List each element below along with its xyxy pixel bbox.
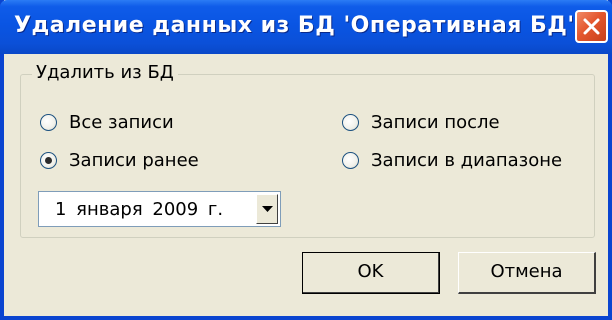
close-button[interactable]	[575, 10, 608, 43]
radio-label: Записи ранее	[69, 150, 199, 171]
group-label: Удалить из БД	[32, 62, 178, 83]
radio-all-records[interactable]: Все записи	[40, 112, 174, 133]
radio-label: Все записи	[69, 112, 174, 133]
title-bar[interactable]: Удаление данных из БД 'Оперативная БД'	[0, 0, 612, 54]
radio-circle[interactable]	[342, 114, 359, 131]
close-icon	[583, 18, 600, 35]
radio-label: Записи после	[371, 112, 500, 133]
radio-records-range[interactable]: Записи в диапазоне	[342, 150, 562, 171]
ok-button[interactable]: OK	[302, 252, 440, 294]
date-dropdown-button[interactable]	[256, 194, 278, 224]
radio-circle[interactable]	[342, 152, 359, 169]
cancel-button[interactable]: Отмена	[458, 252, 596, 294]
radio-circle[interactable]	[40, 114, 57, 131]
chevron-down-icon	[262, 206, 273, 212]
radio-label: Записи в диапазоне	[371, 150, 563, 171]
date-picker[interactable]: 1 января 2009 г.	[38, 191, 281, 227]
radio-circle[interactable]	[40, 152, 57, 169]
radio-records-before[interactable]: Записи ранее	[40, 150, 199, 171]
radio-records-after[interactable]: Записи после	[342, 112, 500, 133]
date-value[interactable]: 1 января 2009 г.	[55, 199, 223, 220]
window-title: Удаление данных из БД 'Оперативная БД'	[14, 13, 575, 38]
